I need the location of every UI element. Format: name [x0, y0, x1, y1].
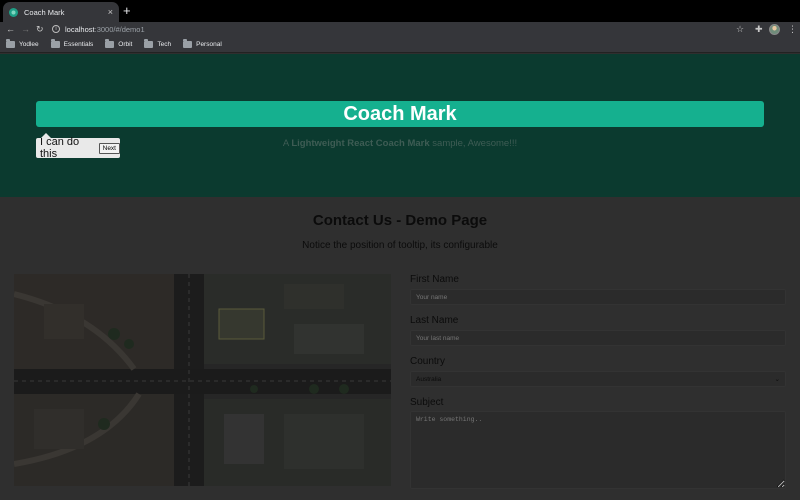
contact-title: Contact Us - Demo Page — [312, 212, 488, 229]
site-info-icon[interactable]: i — [52, 25, 60, 33]
bookmark-folder[interactable]: Orbit — [105, 38, 133, 48]
folder-icon — [105, 38, 115, 48]
new-tab-button[interactable]: + — [123, 4, 131, 18]
profile-avatar[interactable] — [769, 24, 780, 35]
bookmark-label: Essentials — [63, 40, 94, 48]
bookmark-label: Yodlee — [19, 40, 39, 48]
bookmarks-bar: Yodlee Essentials Orbit Tech Personal — [0, 36, 800, 53]
country-label: Country — [410, 356, 446, 367]
url-host: localhost — [65, 24, 95, 34]
bookmark-label: Personal — [196, 40, 222, 48]
aerial-city-image — [14, 274, 391, 486]
folder-icon — [183, 38, 193, 48]
bookmark-folder[interactable]: Tech — [144, 38, 172, 48]
page-title: Coach Mark — [343, 102, 457, 125]
tooltip-text: I can do this — [40, 136, 80, 160]
country-value: Australia — [416, 375, 442, 383]
aerial-city-graphic — [14, 274, 391, 486]
country-select[interactable]: Australia ⌄ — [410, 371, 786, 387]
web-page: Coach Mark A Lightweight React Coach Mar… — [0, 54, 800, 500]
reload-icon[interactable]: ↻ — [36, 22, 44, 36]
first-name-label: First Name — [410, 274, 459, 285]
bookmark-label: Tech — [157, 40, 172, 48]
chevron-down-icon: ⌄ — [774, 376, 780, 383]
bookmark-folder[interactable]: Personal — [183, 38, 222, 48]
subtitle-bold: Lightweight React Coach Mark — [291, 138, 430, 149]
folder-icon — [50, 38, 60, 48]
last-name-label: Last Name — [410, 315, 459, 326]
hero-section: Coach Mark A Lightweight React Coach Mar… — [0, 54, 800, 197]
browser-tab-strip: Coach Mark × + — [0, 0, 800, 22]
react-favicon-icon — [9, 7, 18, 17]
menu-dots-icon[interactable]: ⋮ — [788, 22, 797, 36]
subject-textarea[interactable] — [410, 411, 786, 489]
subtitle-prefix: A — [282, 138, 289, 149]
contact-note: Notice the position of tooltip, its conf… — [302, 240, 498, 251]
forward-icon[interactable]: → — [21, 22, 30, 36]
bookmark-folder[interactable]: Yodlee — [6, 38, 39, 48]
browser-tab[interactable]: Coach Mark × — [3, 2, 119, 22]
subtitle-suffix: sample, Awesome!!! — [432, 138, 518, 149]
bookmark-label: Orbit — [118, 40, 133, 48]
subject-label: Subject — [410, 397, 444, 408]
first-name-field[interactable] — [410, 289, 786, 305]
next-button[interactable]: Next — [98, 142, 120, 154]
address-bar[interactable]: i localhost :3000/#/demo1 — [52, 22, 752, 36]
bookmark-folder[interactable]: Essentials — [50, 38, 94, 48]
bookmark-star-icon[interactable]: ☆ — [736, 22, 744, 36]
folder-icon — [6, 38, 15, 48]
url-path: :3000/#/demo1 — [94, 24, 145, 34]
last-name-field[interactable] — [410, 330, 786, 346]
back-icon[interactable]: ← — [6, 22, 15, 36]
browser-toolbar: ← → ↻ i localhost :3000/#/demo1 ☆ ✚ ⋮ — [0, 22, 800, 36]
extensions-icon[interactable]: ✚ — [755, 22, 763, 36]
close-tab-icon[interactable]: × — [108, 7, 113, 17]
folder-icon — [144, 38, 154, 48]
coach-mark-highlight: Coach Mark — [36, 101, 764, 127]
tab-title: Coach Mark — [24, 7, 65, 17]
contact-section: Contact Us - Demo Page Notice the positi… — [0, 197, 800, 500]
page-subtitle: A Lightweight React Coach Mark sample, A… — [0, 138, 800, 149]
coach-mark-tooltip: I can do this Next — [36, 133, 120, 160]
